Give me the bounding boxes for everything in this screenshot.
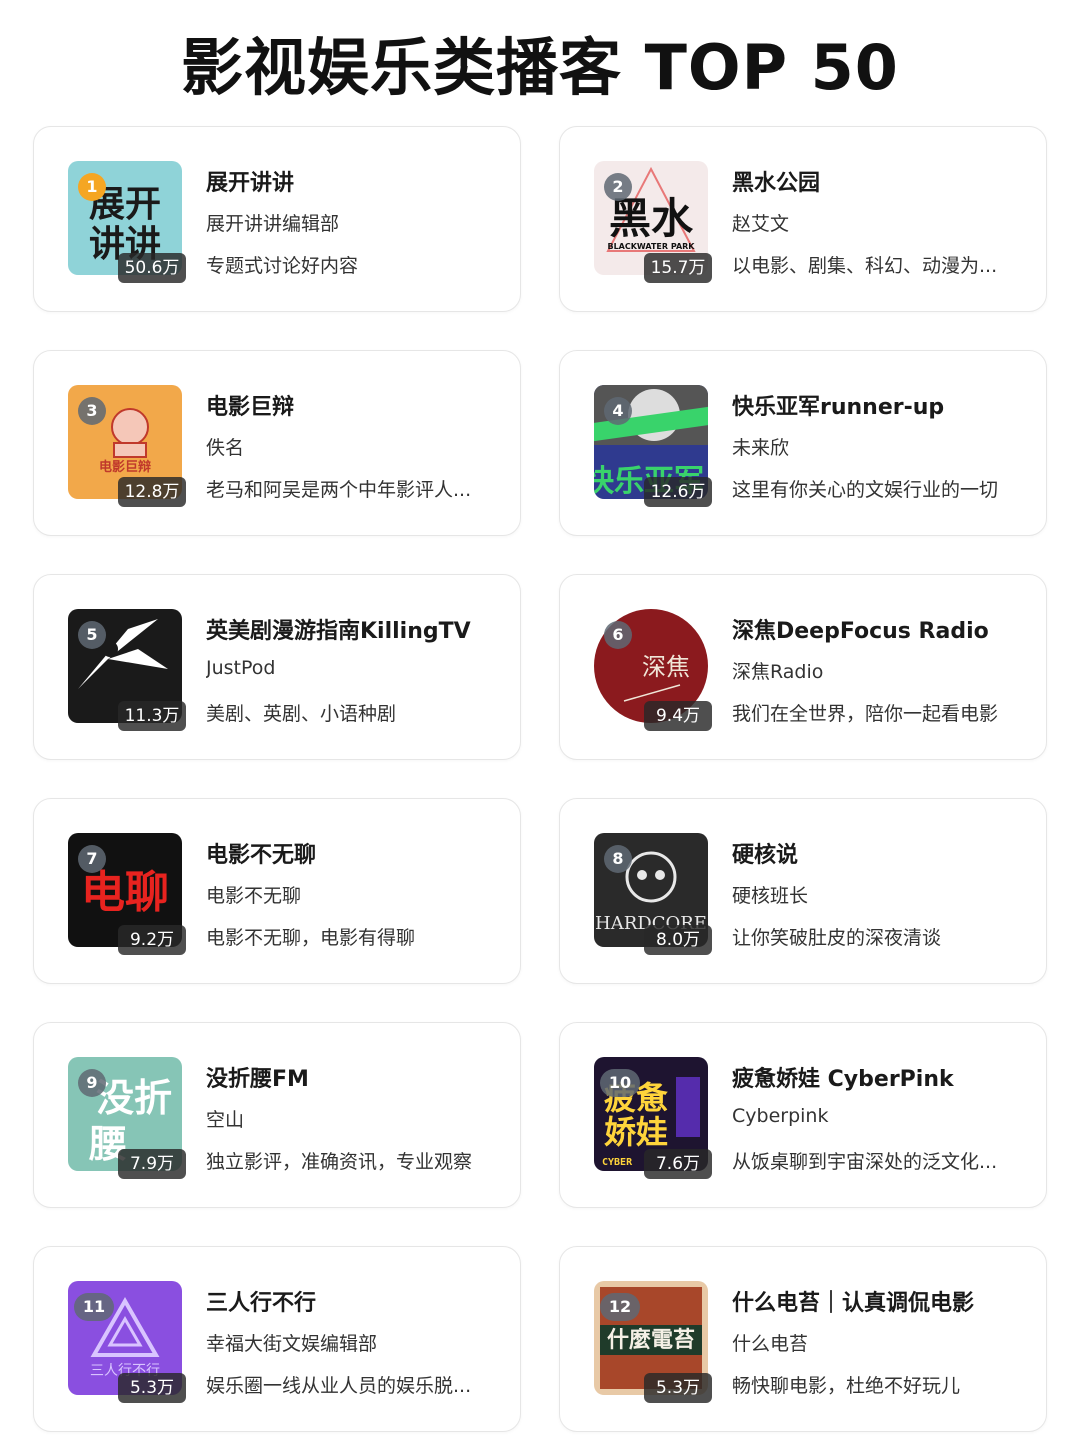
podcast-name[interactable]: 展开讲讲: [206, 165, 506, 197]
rank-badge: 5: [78, 621, 106, 649]
rank-badge: 12: [600, 1293, 640, 1321]
podcast-card[interactable]: 什麼電苔 12 5.3万 什么电苔｜认真调侃电影什么电苔畅快聊电影，杜绝不好玩儿: [559, 1246, 1047, 1432]
play-count-badge: 5.3万: [118, 1373, 186, 1403]
podcast-name[interactable]: 电影巨辩: [206, 389, 506, 421]
svg-text:深焦: 深焦: [642, 653, 690, 681]
podcast-name[interactable]: 深焦DeepFocus Radio: [732, 613, 1032, 645]
podcast-description: 美剧、英剧、小语种剧: [206, 703, 397, 725]
rank-badge: 1: [78, 173, 106, 201]
play-count-badge: 8.0万: [644, 925, 712, 955]
podcast-card[interactable]: 展开 讲讲 1 50.6万 展开讲讲 展开讲讲编辑部 专题式讨论好内容: [33, 126, 521, 312]
play-count-badge: 7.6万: [644, 1149, 712, 1179]
svg-text:娇娃: 娇娃: [604, 1113, 668, 1151]
play-count-badge: 9.4万: [644, 701, 712, 731]
svg-text:没折: 没折: [96, 1076, 172, 1120]
podcast-author: 未来欣: [732, 437, 790, 459]
rank-badge: 3: [78, 397, 106, 425]
rank-badge: 9: [78, 1069, 106, 1097]
play-count-badge: 50.6万: [118, 253, 186, 283]
podcast-card[interactable]: 电聊 7 9.2万 电影不无聊 电影不无聊 电影不无聊，电影有得聊: [33, 798, 521, 984]
podcast-description: 独立影评，准确资讯，专业观察: [206, 1151, 473, 1173]
podcast-name[interactable]: 黑水公园: [732, 165, 1032, 197]
svg-text:BLACKWATER PARK: BLACKWATER PARK: [607, 242, 695, 251]
podcast-description: 以电影、剧集、科幻、动漫为...: [732, 255, 998, 277]
play-count-badge: 5.3万: [644, 1373, 712, 1403]
podcast-description: 专题式讨论好内容: [206, 255, 359, 277]
svg-text:电影巨辩: 电影巨辩: [99, 459, 151, 475]
play-count-badge: 11.3万: [118, 701, 186, 731]
podcast-description: 从饭桌聊到宇宙深处的泛文化...: [732, 1151, 998, 1173]
rank-badge: 7: [78, 845, 106, 873]
podcast-card[interactable]: 没折 腰 9 7.9万 没折腰FM 空山 独立影评，准确资讯，专业观察: [33, 1022, 521, 1208]
rank-badge: 2: [604, 173, 632, 201]
play-count-badge: 12.6万: [644, 477, 712, 507]
play-count-badge: 9.2万: [118, 925, 186, 955]
podcast-author: JustPod: [206, 657, 276, 679]
podcast-description: 让你笑破肚皮的深夜清谈: [732, 927, 942, 949]
podcast-card[interactable]: 三人行不行 11 5.3万 三人行不行 幸福大街文娱编辑部 娱乐圈一线从业人员的娱乐脱..…: [33, 1246, 521, 1432]
podcast-card[interactable]: HARDCORE 8 8.0万 硬核说 硬核班长 让你笑破肚皮的深夜清谈: [559, 798, 1047, 984]
podcast-name[interactable]: 硬核说: [732, 837, 1032, 869]
play-count-badge: 15.7万: [644, 253, 712, 283]
podcast-description: 娱乐圈一线从业人员的娱乐脱...: [206, 1375, 472, 1397]
podcast-name[interactable]: 三人行不行: [206, 1285, 506, 1317]
podcast-description: 这里有你关心的文娱行业的一切: [732, 479, 999, 501]
podcast-card[interactable]: 深焦 6 9.4万 深焦DeepFocus Radio 深焦Radio 我们在全世界，陪…: [559, 574, 1047, 760]
podcast-author: 展开讲讲编辑部: [206, 213, 340, 235]
podcast-name[interactable]: 没折腰FM: [206, 1061, 506, 1093]
rank-badge: 4: [604, 397, 632, 425]
podcast-card[interactable]: 5 11.3万 英美剧漫游指南KillingTV JustPod 美剧、英剧、小语种剧: [33, 574, 521, 760]
svg-text:电聊: 电聊: [81, 867, 169, 918]
podcast-author: 幸福大街文娱编辑部: [206, 1333, 378, 1355]
podcast-description: 电影不无聊，电影有得聊: [206, 927, 416, 949]
play-count-badge: 7.9万: [118, 1149, 186, 1179]
podcast-author: 深焦Radio: [732, 661, 824, 683]
rank-badge: 6: [604, 621, 632, 649]
rank-badge: 10: [600, 1069, 640, 1097]
podcast-description: 老马和阿吴是两个中年影评人...: [206, 479, 472, 501]
play-count-badge: 12.8万: [118, 477, 186, 507]
podcast-card[interactable]: 快乐亚军412.6万快乐亚军runner-up未来欣这里有你关心的文娱行业的一切: [559, 350, 1047, 536]
rank-badge: 11: [74, 1293, 114, 1321]
podcast-author: 赵艾文: [732, 213, 790, 235]
podcast-name[interactable]: 快乐亚军runner-up: [732, 389, 1032, 421]
podcast-author: 电影不无聊: [206, 885, 302, 907]
svg-text:黑水: 黑水: [609, 194, 694, 243]
podcast-description: 畅快聊电影，杜绝不好玩儿: [732, 1375, 961, 1397]
podcast-name[interactable]: 电影不无聊: [206, 837, 506, 869]
podcast-author: Cyberpink: [732, 1105, 829, 1127]
podcast-name[interactable]: 英美剧漫游指南KillingTV: [206, 613, 506, 645]
svg-text:什麼電苔: 什麼電苔: [607, 1327, 695, 1353]
svg-text:CYBER: CYBER: [602, 1157, 633, 1168]
podcast-description: 我们在全世界，陪你一起看电影: [732, 703, 999, 725]
podcast-card[interactable]: 黑水 BLACKWATER PARK 2 15.7万 黑水公园赵艾文以电影、剧集、科幻…: [559, 126, 1047, 312]
podcast-card[interactable]: 疲惫 娇娃 CYBER 10 7.6万 疲惫娇娃 CyberPink Cyberpin…: [559, 1022, 1047, 1208]
podcast-name[interactable]: 疲惫娇娃 CyberPink: [732, 1061, 1032, 1093]
podcast-name[interactable]: 什么电苔｜认真调侃电影: [732, 1285, 1032, 1317]
podcast-author: 空山: [206, 1109, 245, 1131]
podcast-author: 佚名: [206, 437, 245, 459]
page-title: 影视娱乐类播客 TOP 50: [181, 31, 899, 104]
rank-badge: 8: [604, 845, 632, 873]
podcast-author: 什么电苔: [732, 1333, 809, 1355]
podcast-author: 硬核班长: [732, 885, 809, 907]
podcast-card[interactable]: 电影巨辩 3 12.8万 电影巨辩 佚名 老马和阿吴是两个中年影评人...: [33, 350, 521, 536]
